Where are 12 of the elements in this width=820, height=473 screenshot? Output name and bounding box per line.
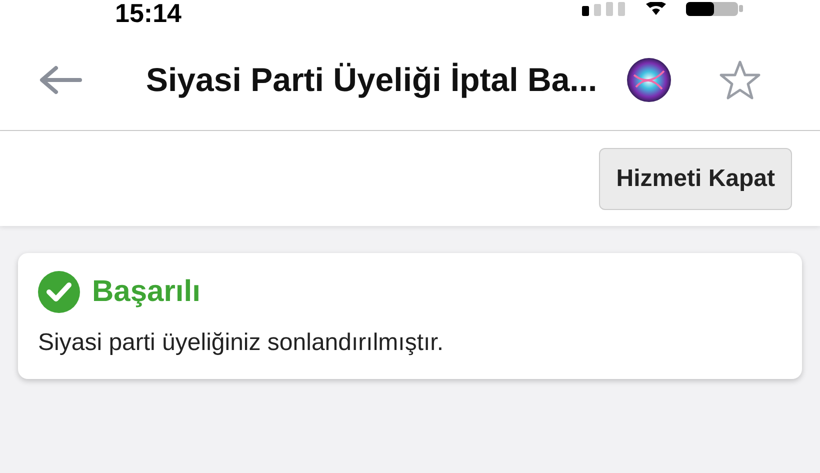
back-arrow-icon[interactable] bbox=[38, 65, 82, 95]
check-circle-icon bbox=[38, 271, 80, 313]
battery-icon bbox=[686, 2, 744, 16]
signal-icon bbox=[582, 2, 626, 16]
alert-title: Başarılı bbox=[92, 275, 200, 309]
close-service-button[interactable]: Hizmeti Kapat bbox=[599, 148, 792, 210]
page-title: Siyasi Parti Üyeliği İptal Ba... bbox=[146, 61, 598, 99]
star-icon[interactable] bbox=[718, 59, 762, 101]
status-time: 15:14 bbox=[115, 0, 182, 26]
alert-message: Siyasi parti üyeliğiniz sonlandırılmıştır. bbox=[38, 329, 444, 357]
orb-icon[interactable] bbox=[626, 57, 672, 103]
wifi-icon bbox=[644, 2, 668, 16]
